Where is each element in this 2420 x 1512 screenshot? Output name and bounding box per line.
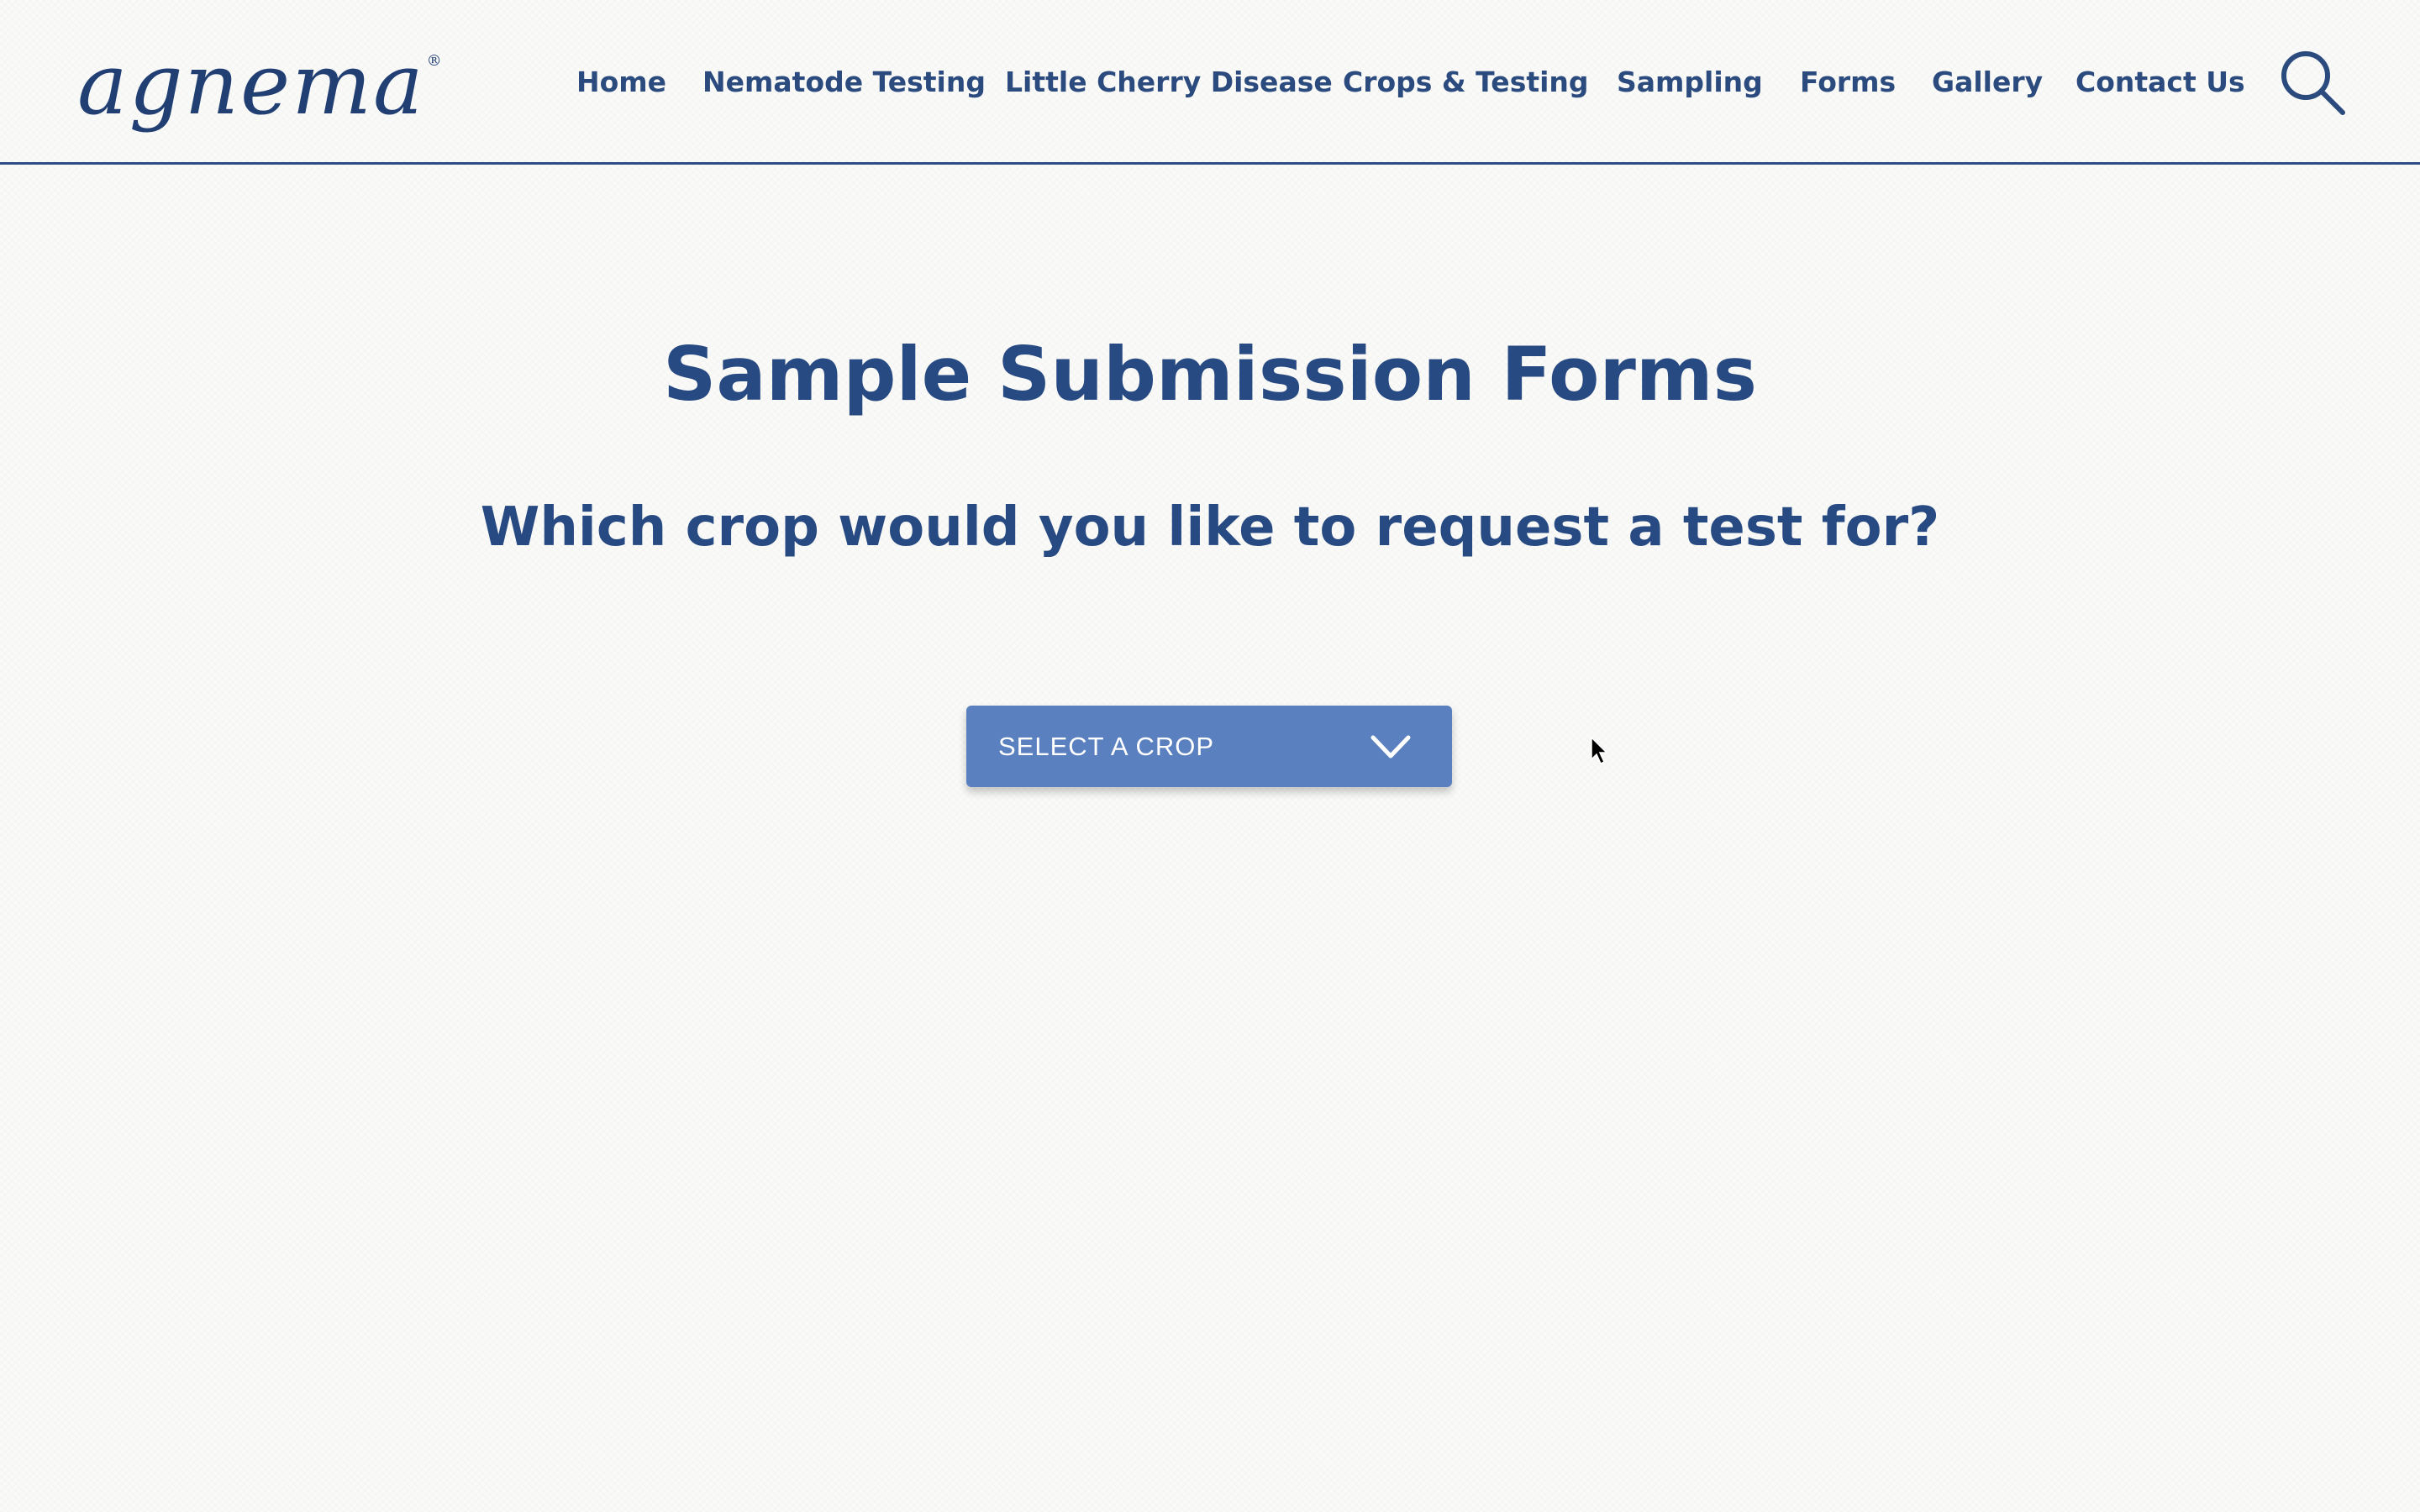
search-button[interactable] bbox=[2277, 47, 2349, 119]
select-crop-label: SELECT A CROP bbox=[998, 732, 1215, 761]
nav-item-nematode-testing[interactable]: Nematode Testing bbox=[702, 62, 986, 102]
crop-question: Which crop would you like to request a t… bbox=[480, 496, 1940, 559]
chevron-down-icon bbox=[1370, 735, 1411, 759]
nav-item-forms[interactable]: Forms bbox=[1800, 62, 1896, 102]
page-title: Sample Submission Forms bbox=[663, 331, 1757, 417]
nav-item-sampling[interactable]: Sampling bbox=[1617, 62, 1763, 102]
nav-item-crops-testing[interactable]: Crops & Testing bbox=[1343, 62, 1589, 102]
nav-item-gallery[interactable]: Gallery bbox=[1932, 62, 2043, 102]
nav-item-little-cherry-disease[interactable]: Little Cherry Disease bbox=[1005, 62, 1333, 102]
main-nav: Home Nematode Testing Little Cherry Dise… bbox=[0, 0, 2420, 165]
select-crop-dropdown[interactable]: SELECT A CROP bbox=[966, 706, 1452, 787]
search-icon bbox=[2281, 51, 2345, 115]
nav-item-contact-us[interactable]: Contact Us bbox=[2075, 62, 2245, 102]
page: agnema ® Home Nematode Testing Little Ch… bbox=[0, 0, 2420, 1512]
site-header: agnema ® Home Nematode Testing Little Ch… bbox=[0, 0, 2420, 165]
nav-item-home[interactable]: Home bbox=[576, 62, 666, 102]
mouse-cursor-icon bbox=[1591, 736, 1608, 765]
